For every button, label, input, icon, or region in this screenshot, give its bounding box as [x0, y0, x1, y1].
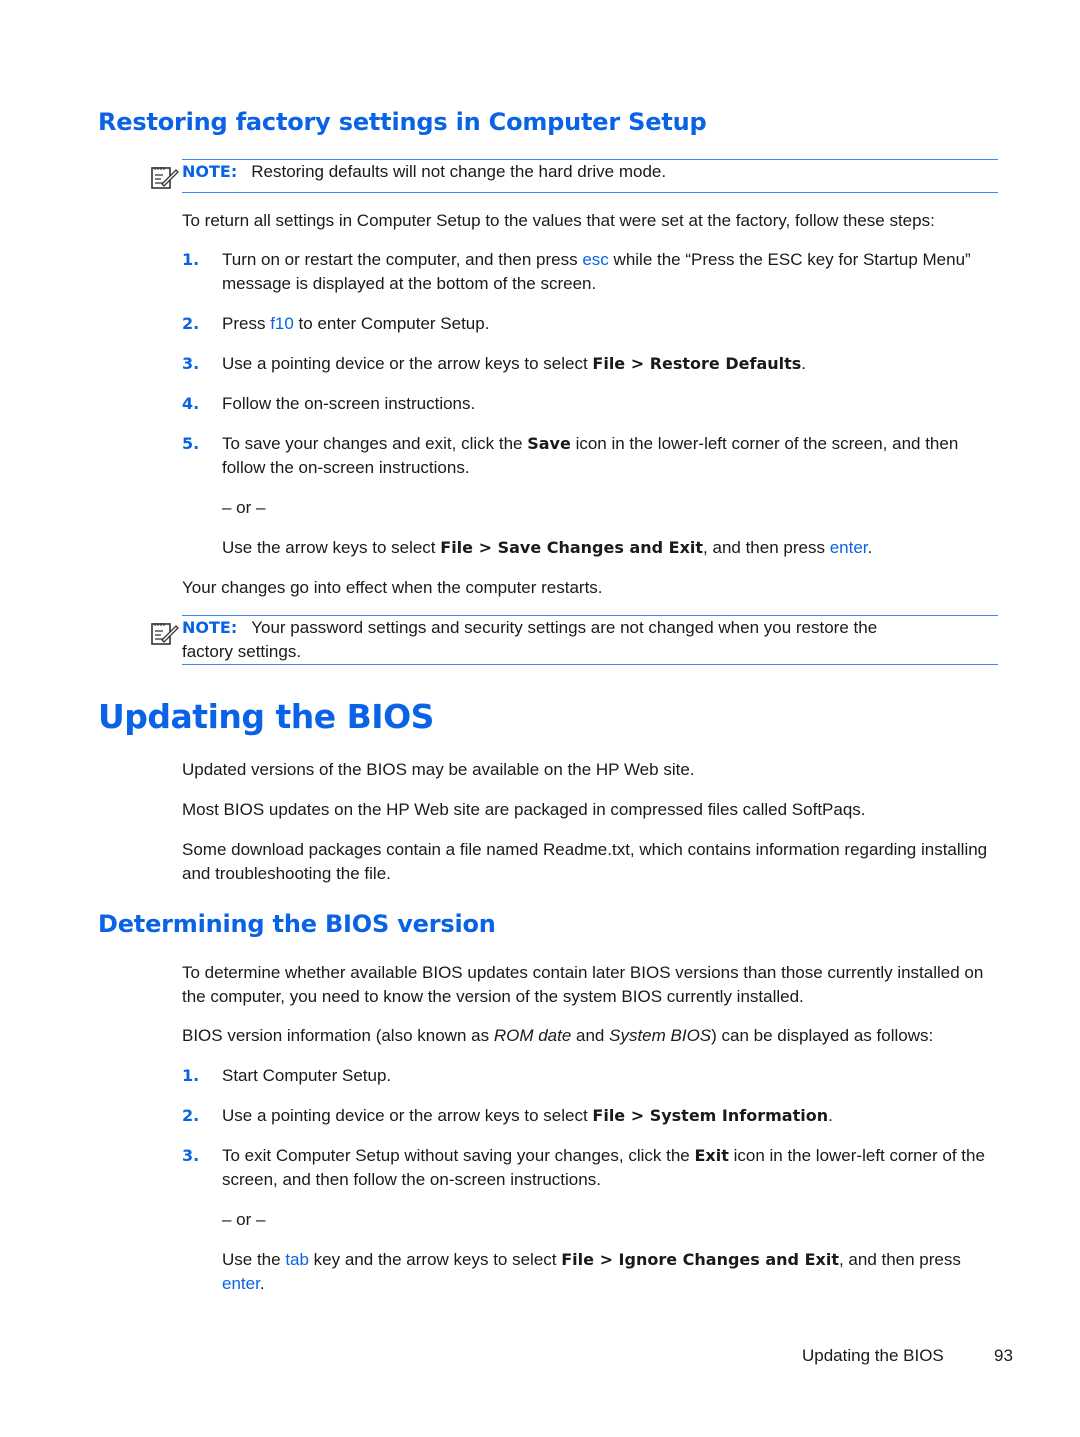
key-f10: f10 [270, 314, 294, 333]
paragraph: Most BIOS updates on the HP Web site are… [182, 800, 866, 819]
chapter-heading-updating-bios: Updating the BIOS [98, 697, 434, 736]
step-number: 1. [182, 1066, 200, 1085]
step-text: Use a pointing device or the arrow keys … [222, 1106, 593, 1125]
step-5: 5. To save your changes and exit, click … [182, 432, 1002, 480]
step-text: Start Computer Setup. [222, 1066, 392, 1085]
alt-text: key and the arrow keys to select [308, 1250, 562, 1269]
key-esc: esc [582, 250, 609, 269]
menu-path: File > Restore Defaults [592, 354, 802, 373]
step-text: . [801, 354, 807, 373]
para-text: ) can be displayed as follows: [711, 1026, 934, 1045]
or-separator: – or – [222, 498, 266, 517]
step-1: 1. Turn on or restart the computer, and … [182, 248, 1002, 296]
section-heading-restoring: Restoring factory settings in Computer S… [98, 108, 707, 136]
save-term: Save [527, 434, 571, 453]
outro-paragraph: Your changes go into effect when the com… [182, 578, 603, 597]
paragraph: Updated versions of the BIOS may be avai… [182, 760, 695, 779]
step-number: 3. [182, 1146, 200, 1165]
term-system-bios: System BIOS [609, 1026, 712, 1045]
note-text: Restoring defaults will not change the h… [251, 162, 667, 181]
or-separator: – or – [222, 1210, 266, 1229]
alt-text: , and then press [703, 538, 830, 557]
step-text: . [828, 1106, 833, 1125]
step-number: 2. [182, 314, 200, 333]
footer-title: Updating the BIOS [802, 1346, 944, 1365]
alt-text: Use the arrow keys to select [222, 538, 441, 557]
exit-term: Exit [694, 1146, 729, 1165]
term-rom-date: ROM date [493, 1026, 572, 1045]
step-number: 5. [182, 434, 200, 453]
step-number: 3. [182, 354, 200, 373]
paragraph: To determine whether available BIOS upda… [182, 963, 984, 1006]
note-label: NOTE: [182, 162, 238, 181]
note-text: Your password settings and security sett… [182, 618, 878, 661]
step-text: to enter Computer Setup. [293, 314, 490, 333]
step-text: Use a pointing device or the arrow keys … [222, 354, 593, 373]
note-icon [151, 623, 179, 645]
menu-path: File > Ignore Changes and Exit [561, 1250, 839, 1269]
para-text: BIOS version information (also known as [182, 1026, 494, 1045]
para-text: and [571, 1026, 610, 1045]
step-number: 4. [182, 394, 200, 413]
step-text: To save your changes and exit, click the [222, 434, 528, 453]
step-1: 1. Start Computer Setup. [182, 1064, 1002, 1088]
step-text: To exit Computer Setup without saving yo… [222, 1146, 695, 1165]
step-number: 1. [182, 250, 200, 269]
section-heading-determining-version: Determining the BIOS version [98, 910, 496, 938]
menu-path: File > Save Changes and Exit [440, 538, 704, 557]
note-icon [151, 167, 179, 189]
step-3: 3. Use a pointing device or the arrow ke… [182, 352, 1002, 376]
paragraph: BIOS version information (also known as … [182, 1024, 1002, 1048]
intro-paragraph: To return all settings in Computer Setup… [182, 211, 935, 230]
note-restoring-defaults: NOTE: Restoring defaults will not change … [150, 158, 998, 194]
alt-text: . [259, 1274, 265, 1293]
step-4: 4. Follow the on-screen instructions. [182, 392, 1002, 416]
step-2: 2. Press f10 to enter Computer Setup. [182, 312, 1002, 336]
paragraph: Some download packages contain a file na… [182, 840, 988, 883]
step-3: 3. To exit Computer Setup without saving… [182, 1144, 1002, 1192]
step-text: Follow the on-screen instructions. [222, 394, 476, 413]
key-enter: enter [829, 538, 868, 557]
step-2: 2. Use a pointing device or the arrow ke… [182, 1104, 1002, 1128]
step-text: Turn on or restart the computer, and the… [222, 250, 583, 269]
alternate-instruction: Use the tab key and the arrow keys to se… [222, 1248, 1002, 1296]
menu-path: File > System Information [592, 1106, 829, 1125]
note-bottom-rule [182, 664, 998, 665]
alt-text: . [867, 538, 873, 557]
page-number: 93 [994, 1346, 1013, 1365]
key-tab: tab [285, 1250, 309, 1269]
key-enter: enter [222, 1274, 260, 1293]
alt-text: Use the [222, 1250, 286, 1269]
note-bottom-rule [182, 192, 998, 193]
note-label: NOTE: [182, 618, 238, 637]
alternate-instruction: Use the arrow keys to select File > Save… [222, 536, 1002, 560]
note-password-settings: NOTE: Your password settings and security… [150, 614, 998, 666]
step-number: 2. [182, 1106, 200, 1125]
alt-text: , and then press [838, 1250, 961, 1269]
step-text: Press [222, 314, 271, 333]
